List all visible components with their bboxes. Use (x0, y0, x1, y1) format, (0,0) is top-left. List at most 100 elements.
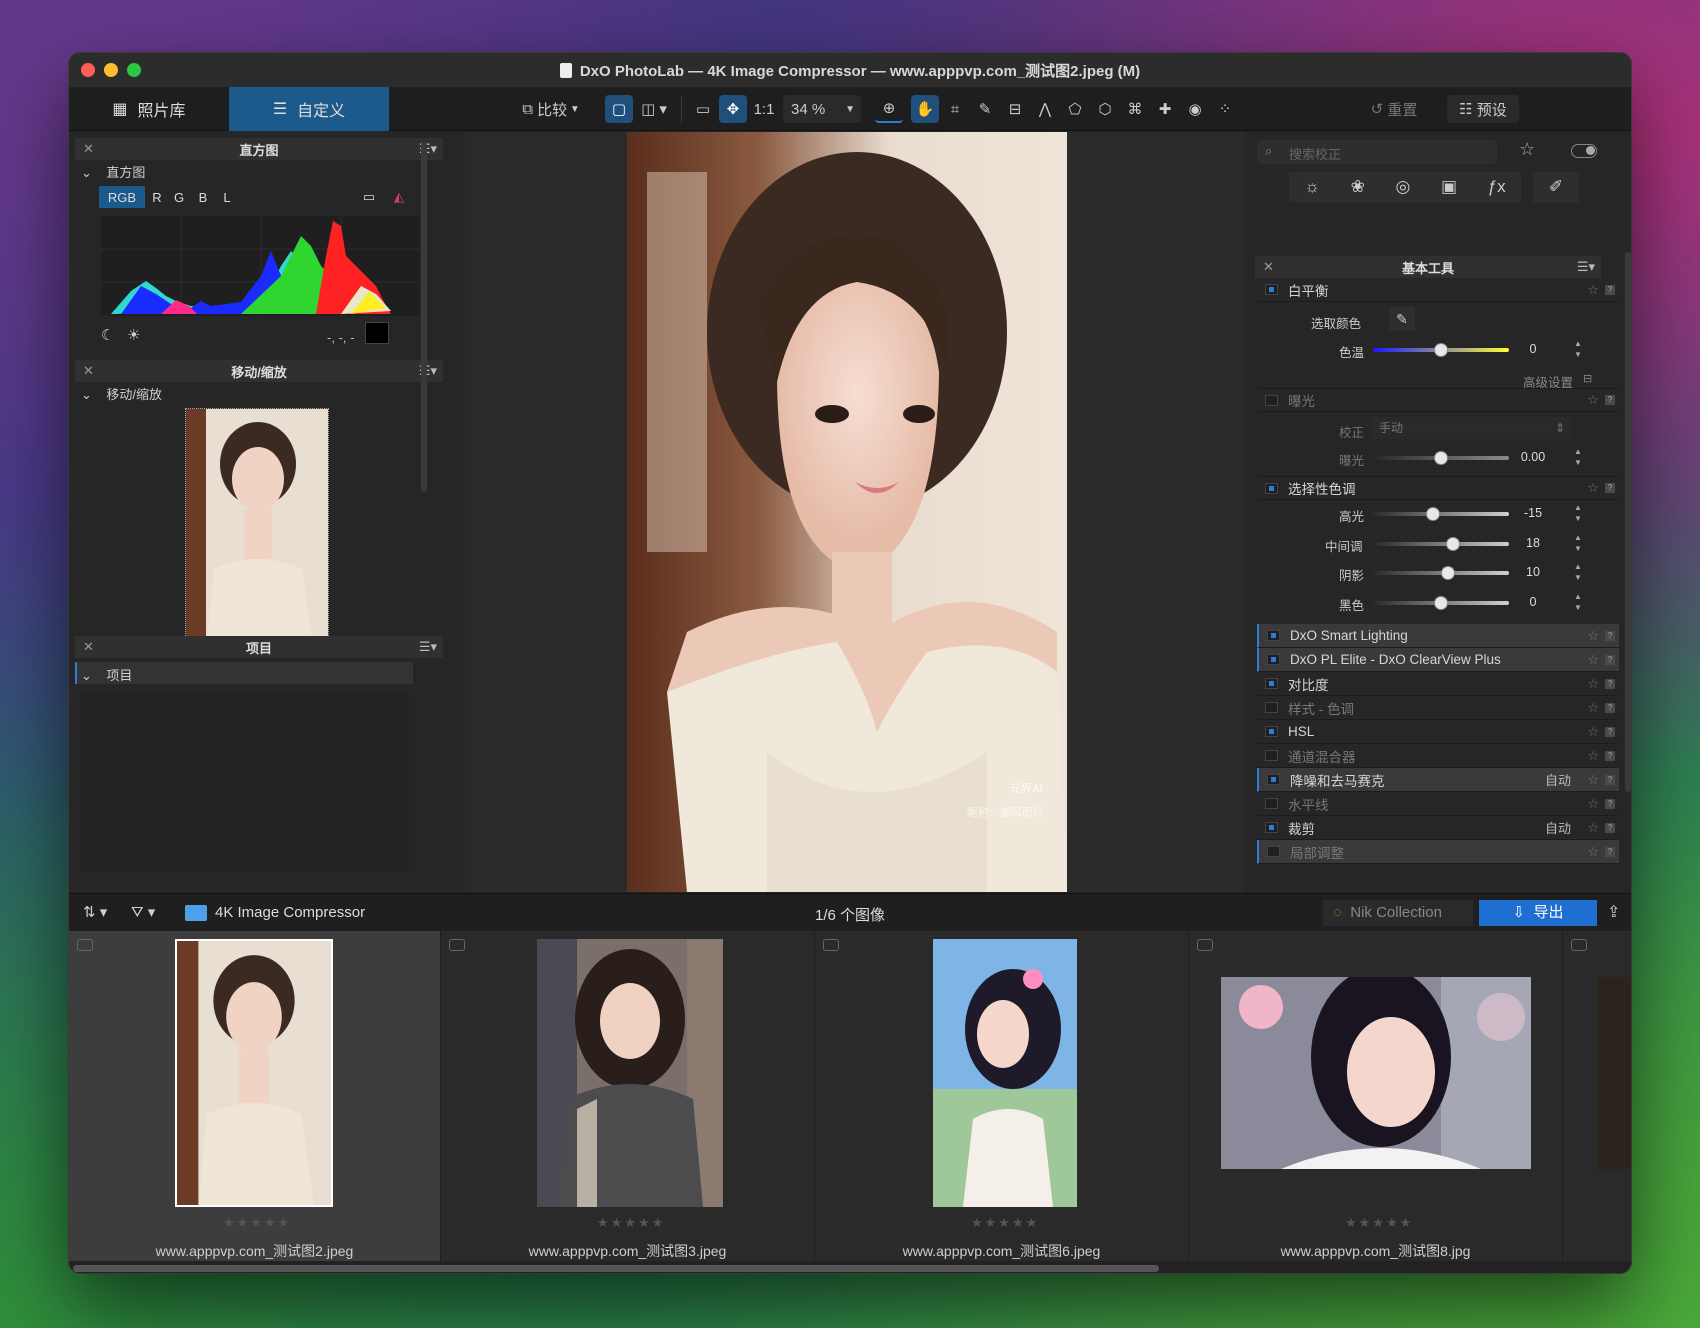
help-icon[interactable]: ? (1605, 726, 1615, 737)
correction-select[interactable]: 手动 ⇕ (1371, 417, 1571, 439)
thumbnail-cell[interactable] (1563, 931, 1631, 1261)
star-icon[interactable]: ☆ (1587, 772, 1599, 788)
zoom-select[interactable]: 34 % ▼ (783, 95, 861, 123)
tone-value[interactable]: 0 (1505, 591, 1561, 613)
left-scrollbar[interactable] (421, 142, 427, 492)
tool-row[interactable]: 局部调整 ☆? (1257, 840, 1619, 864)
minimize-window-button[interactable] (104, 63, 118, 77)
tone-knob[interactable] (1446, 536, 1461, 551)
star-icon[interactable]: ☆ (1587, 796, 1599, 812)
star-icon[interactable]: ☆ (1587, 820, 1599, 836)
close-icon[interactable]: ✕ (1263, 259, 1274, 275)
help-icon[interactable]: ? (1605, 654, 1615, 665)
presets-button[interactable]: ☷ 预设 (1447, 95, 1519, 123)
help-icon[interactable]: ? (1605, 678, 1615, 689)
star-icon[interactable]: ☆ (1587, 282, 1599, 298)
close-icon[interactable]: ✕ (83, 363, 94, 379)
image-viewer[interactable]: 元界AI 昵称：御风而行 (465, 132, 1245, 892)
filmstrip-scrollbar[interactable] (69, 1261, 1631, 1273)
tool-row[interactable]: 裁剪 自动 ☆? (1257, 816, 1619, 840)
toggle-switch[interactable] (1571, 144, 1597, 158)
tool-selective-tone[interactable]: 选择性色调 ☆? (1257, 476, 1619, 500)
white-balance-picker-button[interactable]: ✎ (971, 95, 999, 123)
wb-checkbox[interactable] (1265, 284, 1278, 295)
star-icon[interactable]: ☆ (1587, 392, 1599, 408)
perspective-rect-button[interactable]: ⬠ (1061, 95, 1089, 123)
zoom-window-button[interactable] (127, 63, 141, 77)
horizon-tool-button[interactable]: ⊟ (1001, 95, 1029, 123)
geometry-icon[interactable]: ▣ (1441, 177, 1457, 197)
navigator-preview[interactable] (185, 408, 329, 652)
search-field[interactable]: ⌕ 搜索校正 (1257, 140, 1497, 164)
help-icon[interactable]: ? (1605, 822, 1615, 833)
split-view-button[interactable]: ◫ ▾ (635, 95, 673, 123)
star-icon[interactable]: ☆ (1587, 652, 1599, 668)
right-scrollbar[interactable] (1625, 252, 1631, 792)
eyedropper-icon[interactable]: ✎ (1389, 307, 1415, 331)
tone-knob[interactable] (1440, 566, 1455, 580)
monitor-icon[interactable]: ▭ (357, 186, 381, 208)
sort-icon[interactable]: ⇅ ▾ (83, 903, 107, 921)
export-button[interactable]: ⇩ 导出 (1479, 900, 1597, 926)
exposure-knob[interactable] (1434, 451, 1448, 465)
help-icon[interactable]: ? (1605, 750, 1615, 761)
color-icon[interactable]: ❀ (1351, 177, 1365, 197)
help-icon[interactable]: ? (1605, 630, 1615, 641)
tone-stepper[interactable]: ▲ ▼ (1573, 561, 1583, 583)
rating-stars[interactable]: ★★★★★ (597, 1215, 665, 1231)
tab-library[interactable]: ▦ 照片库 (69, 87, 229, 131)
tool-row[interactable]: HSL ☆? (1257, 720, 1619, 744)
tone-value[interactable]: 18 (1505, 532, 1561, 554)
tone-slider[interactable] (1373, 512, 1509, 516)
local-adjust-button[interactable]: ⌘ (1121, 95, 1149, 123)
nik-collection-button[interactable]: ◌ Nik Collection (1323, 900, 1473, 926)
tone-checkbox[interactable] (1265, 482, 1278, 494)
close-icon[interactable]: ✕ (83, 141, 94, 157)
zoom-tool-button[interactable]: ⊕ (875, 95, 903, 123)
tab-customize[interactable]: ☰ 自定义 (229, 87, 389, 131)
exposure-checkbox[interactable] (1265, 394, 1278, 406)
thumbnail-cell[interactable]: ★★★★★ www.apppvp.com_测试图8.jpg (1189, 931, 1563, 1261)
scroll-thumb[interactable] (73, 1265, 1159, 1272)
filter-icon[interactable]: ⛛ ▾ (131, 903, 155, 921)
tool-row[interactable]: DxO PL Elite - DxO ClearView Plus ☆? (1257, 648, 1619, 672)
star-icon[interactable]: ☆ (1587, 724, 1599, 740)
tone-value[interactable]: 10 (1505, 561, 1561, 583)
channel-rgb[interactable]: RGB (99, 186, 145, 208)
temperature-value[interactable]: 0 (1505, 338, 1561, 360)
single-view-button[interactable]: ▢ (605, 95, 633, 123)
tool-row[interactable]: 对比度 ☆? (1257, 672, 1619, 696)
tool-white-balance[interactable]: 白平衡 ☆? (1257, 278, 1619, 302)
channel-r[interactable]: R (147, 186, 167, 208)
tool-checkbox[interactable] (1265, 678, 1278, 689)
histogram-section[interactable]: ⌄ 直方图 (81, 162, 145, 181)
red-eye-button[interactable]: ◉ (1181, 95, 1209, 123)
tone-stepper[interactable]: ▲ ▼ (1573, 591, 1583, 613)
tool-checkbox[interactable] (1267, 654, 1280, 665)
tone-knob[interactable] (1434, 595, 1448, 610)
star-icon[interactable]: ☆ (1587, 748, 1599, 764)
repair-tool-button[interactable]: ✚ (1151, 95, 1179, 123)
rating-stars[interactable]: ★★★★★ (223, 1215, 291, 1231)
perspective-8pt-button[interactable]: ⬡ (1091, 95, 1119, 123)
light-icon[interactable]: ☼ (1304, 177, 1320, 197)
moon-icon[interactable]: ☾ (101, 326, 114, 344)
tool-row[interactable]: 样式 - 色调 ☆? (1257, 696, 1619, 720)
channel-g[interactable]: G (169, 186, 189, 208)
help-icon[interactable]: ? (1605, 395, 1615, 405)
tone-stepper[interactable]: ▲ ▼ (1573, 532, 1583, 554)
overlay-button[interactable]: ⁘ (1211, 95, 1239, 123)
menu-icon[interactable]: ☰▾ (1577, 259, 1595, 275)
close-window-button[interactable] (81, 63, 95, 77)
help-icon[interactable]: ? (1605, 774, 1615, 785)
collapse-icon[interactable]: ⊟ (1583, 372, 1592, 385)
channel-l[interactable]: L (217, 186, 237, 208)
tone-stepper[interactable]: ▲ ▼ (1573, 502, 1583, 524)
reset-button[interactable]: ↺ 重置 (1353, 95, 1435, 123)
tone-slider[interactable] (1373, 541, 1509, 546)
help-icon[interactable]: ? (1605, 798, 1615, 809)
tool-checkbox[interactable] (1265, 750, 1278, 761)
tool-checkbox[interactable] (1265, 726, 1278, 737)
one-to-one-button[interactable]: 1:1 (749, 95, 779, 123)
favorite-star-icon[interactable]: ☆ (1519, 139, 1535, 160)
